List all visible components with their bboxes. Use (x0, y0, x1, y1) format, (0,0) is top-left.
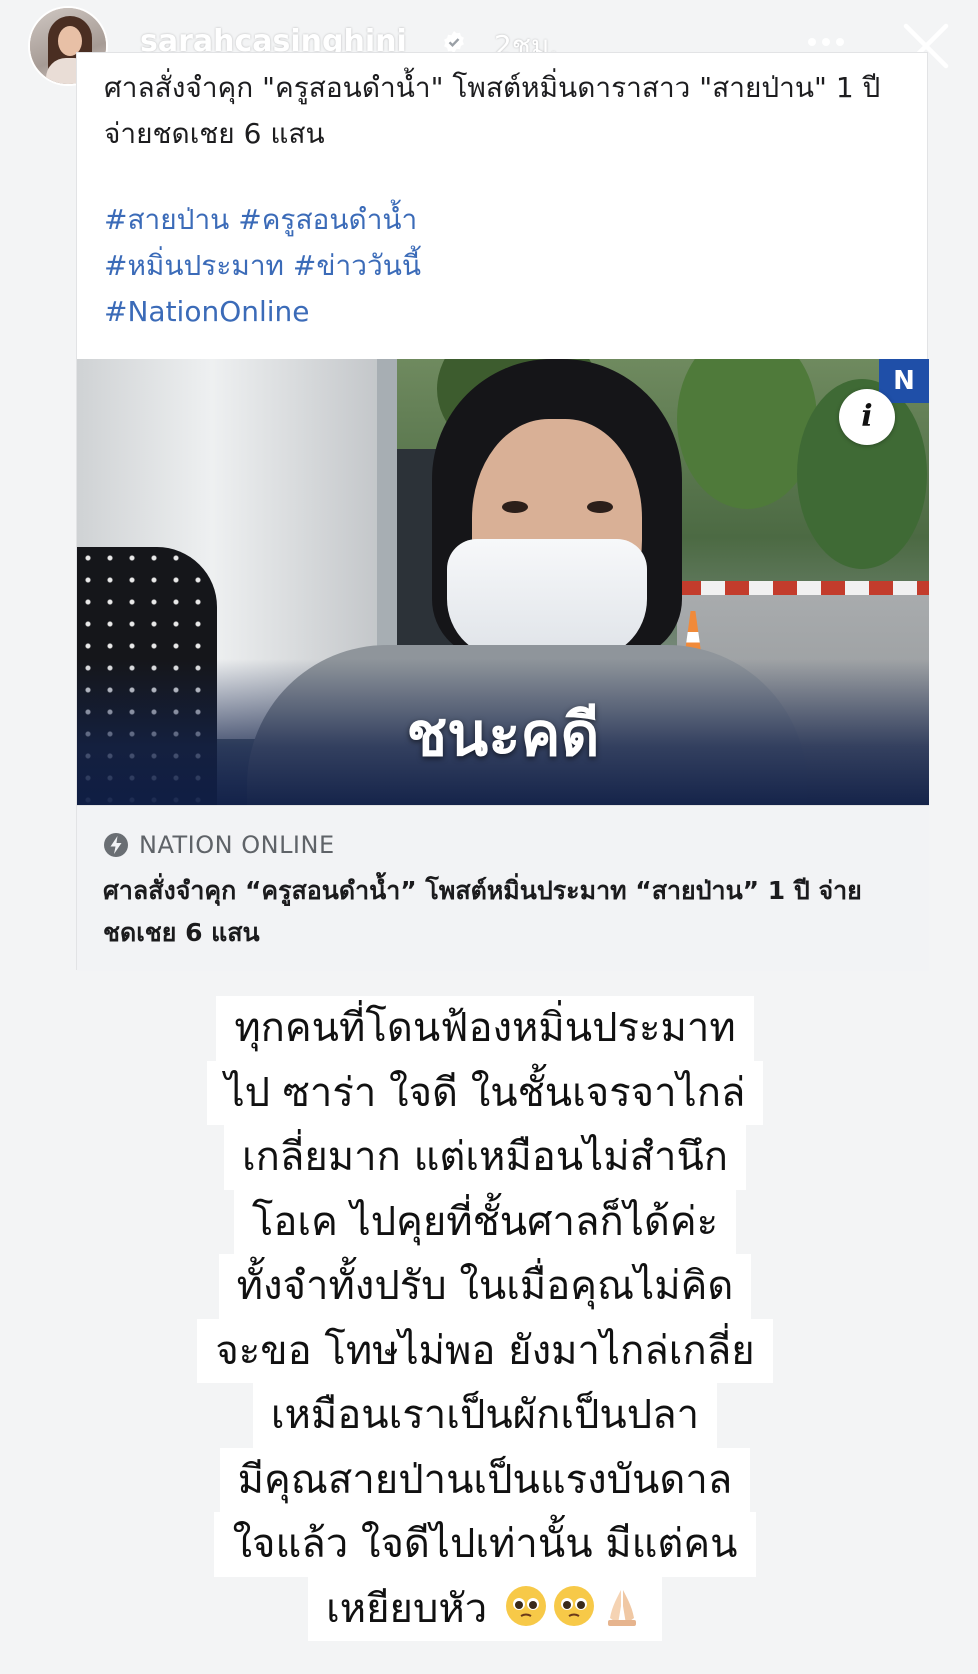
story-text-line: จะขอ โทษไม่พอ ยังมาไกล่เกลี่ย (197, 1318, 773, 1383)
link-title: ศาลสั่งจำคุก “ครูสอนดำน้ำ” โพสต์หมิ่นประ… (103, 876, 862, 947)
shared-post-card[interactable]: ศาลสั่งจำคุก "ครูสอนดำน้ำ" โพสต์หมิ่นดาร… (76, 52, 929, 971)
story-text-overlay: ทุกคนที่โดนฟ้องหมิ่นประมาท ไป ซาร่า ใจดี… (150, 996, 820, 1641)
hashtag[interactable]: #NationOnline (104, 295, 310, 328)
folded-hands-icon (607, 1589, 636, 1626)
story-text-line: ทุกคนที่โดนฟ้องหมิ่นประมาท (216, 996, 754, 1061)
story-text-line: เหยียบหัว (326, 1585, 488, 1632)
story-text-line: มีคุณสายป่านเป็นแรงบันดาล (219, 1447, 751, 1512)
hashtag[interactable]: #ข่าววันนี้ (293, 249, 421, 282)
story-text-line: ทั้งจำทั้งปรับ ในเมื่อคุณไม่คิด (218, 1254, 752, 1319)
hashtag[interactable]: #หมิ่นประมาท (104, 249, 284, 282)
more-options-icon[interactable] (804, 32, 848, 52)
story-text-line: ใจแล้ว ใจดีไปเท่านั้น มีแต่คน (214, 1512, 756, 1577)
hashtag[interactable]: #สายป่าน (104, 203, 229, 236)
story-text-line: เหมือนเราเป็นผักเป็นปลา (252, 1383, 718, 1448)
hashtag-list: #สายป่าน #ครูสอนดำน้ำ #หมิ่นประมาท #ข่าว… (104, 197, 904, 335)
bolt-icon (104, 833, 128, 857)
info-icon[interactable]: i (839, 389, 895, 445)
photo-caption: ชนะคดี (406, 700, 600, 770)
pleading-face-icon (553, 1585, 594, 1626)
link-source: NATION ONLINE (139, 831, 335, 859)
link-preview[interactable]: NATION ONLINE ศาลสั่งจำคุก “ครูสอนดำน้ำ”… (77, 805, 929, 971)
pleading-face-icon (505, 1585, 546, 1626)
verified-badge-icon (444, 31, 464, 53)
post-text: ศาลสั่งจำคุก "ครูสอนดำน้ำ" โพสต์หมิ่นดาร… (104, 71, 881, 150)
news-photo[interactable]: ชนะคดี N i (77, 359, 929, 805)
story-text-line-last: เหยียบหัว (308, 1576, 662, 1641)
story-text-line: โอเค ไปคุยที่ชั้นศาลก็ได้ค่ะ (233, 1189, 737, 1254)
link-source-row: NATION ONLINE (103, 830, 335, 860)
story-text-line: เกลี่ยมาก แต่เหมือนไม่สำนึก (223, 1125, 747, 1190)
story-text-line: ไป ซาร่า ใจดี ในชั้นเจรจาไกล่ (206, 1060, 764, 1125)
hashtag[interactable]: #ครูสอนดำน้ำ (238, 203, 417, 236)
